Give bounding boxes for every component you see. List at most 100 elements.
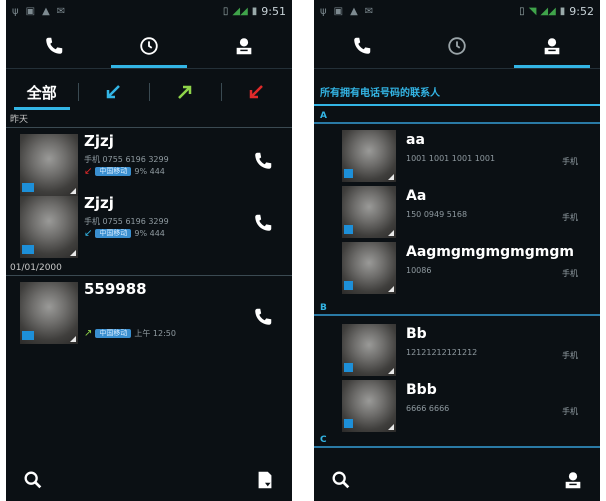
call-button[interactable] xyxy=(252,306,274,328)
usb-icon: ψ xyxy=(12,5,20,17)
avatar[interactable] xyxy=(20,196,78,258)
call-row[interactable]: Zjzj 手机 0755 6196 3299 ↙ 中国移动 9% 444 xyxy=(6,192,292,262)
contact-name: aa xyxy=(406,132,425,148)
contact-name: Bb xyxy=(406,326,427,342)
missed-call-icon: ↙ xyxy=(84,166,93,177)
call-filter-bar: 全部 xyxy=(6,74,292,110)
search-icon xyxy=(332,471,350,489)
contact-row[interactable]: Bb 12121212121212 手机 xyxy=(314,322,600,378)
contact-phone-type: 手机 xyxy=(562,351,578,360)
section-header-yesterday: 昨天 xyxy=(6,114,292,128)
tab-call-log[interactable] xyxy=(101,22,196,70)
status-bar: ψ ▣ ▲ ✉ ▯ ◥ ◢◢ ▮ 9:52 xyxy=(314,0,600,22)
contact-number: 10086 xyxy=(406,266,432,275)
sim-badge: 中国移动 xyxy=(95,167,132,176)
avatar[interactable] xyxy=(342,324,396,376)
tab-call-log[interactable] xyxy=(409,22,504,70)
contact-name: Bbb xyxy=(406,382,437,398)
contact-name: Aagmgmgmgmgmgm xyxy=(406,244,574,260)
contact-icon xyxy=(544,38,560,55)
notification-icons: ψ ▣ ▲ ✉ xyxy=(12,6,66,17)
contact-row[interactable]: Bbb 6666 6666 手机 xyxy=(314,378,600,434)
filter-incoming[interactable] xyxy=(77,74,150,110)
caller-name: Zjzj xyxy=(84,132,114,150)
outgoing-arrow-icon xyxy=(177,85,191,99)
usb-icon: ψ xyxy=(320,5,328,17)
contact-number: 150 0949 5168 xyxy=(406,210,468,219)
header-underline xyxy=(314,104,600,106)
filter-outgoing[interactable] xyxy=(149,74,221,110)
contact-number: 12121212121212 xyxy=(406,348,478,357)
tab-dialer[interactable] xyxy=(6,22,101,70)
contact-row[interactable]: Aa 150 0949 5168 手机 xyxy=(314,184,600,240)
contacts-screen: ψ ▣ ▲ ✉ ▯ ◥ ◢◢ ▮ 9:52 所有拥有电话号码的联系人 A aa … xyxy=(314,0,600,501)
mail-icon: ✉ xyxy=(364,5,375,17)
contact-phone-type: 手机 xyxy=(562,157,578,166)
tab-contacts[interactable] xyxy=(197,22,292,70)
call-row[interactable]: 559988 ↗ 中国移动 上午 12:50 xyxy=(6,278,292,348)
call-button[interactable] xyxy=(252,212,274,234)
phone-icon xyxy=(255,214,272,231)
battery-icon: ▮ xyxy=(251,5,258,17)
add-contact-button[interactable] xyxy=(562,469,584,495)
call-meta: ↙ 中国移动 9% 444 xyxy=(84,166,165,177)
wifi-icon: ◥ xyxy=(528,5,537,17)
vibrate-icon: ▯ xyxy=(519,5,525,17)
filter-missed[interactable] xyxy=(220,74,293,110)
call-row[interactable]: Zjzj 手机 0755 6196 3299 ↙ 中国移动 9% 444 xyxy=(6,130,292,200)
tab-divider xyxy=(6,68,292,69)
phone-icon xyxy=(255,308,272,325)
clock-icon xyxy=(448,37,466,55)
clock-icon xyxy=(140,37,158,55)
outgoing-call-icon: ↗ xyxy=(84,328,93,339)
menu-button[interactable] xyxy=(254,469,276,495)
avatar[interactable] xyxy=(342,242,396,294)
phone-icon xyxy=(255,152,272,169)
avatar[interactable] xyxy=(20,134,78,196)
main-tabs xyxy=(314,22,600,70)
search-button[interactable] xyxy=(22,469,44,495)
sim-badge: 中国移动 xyxy=(95,229,132,238)
call-log-screen: ψ ▣ ▲ ✉ ▯ ◢◢ ▮ 9:51 全部 昨天 Zjzj 手机 0755 6… xyxy=(6,0,292,501)
contact-number: 6666 6666 xyxy=(406,404,450,413)
phone-icon xyxy=(45,37,62,54)
avatar[interactable] xyxy=(342,186,396,238)
contacts-filter-header: 所有拥有电话号码的联系人 xyxy=(320,88,440,99)
image-icon: ▣ xyxy=(333,5,345,17)
caller-number: 手机 0755 6196 3299 xyxy=(84,155,169,164)
avatar[interactable] xyxy=(342,380,396,432)
search-icon xyxy=(24,471,42,489)
caller-name: Zjzj xyxy=(84,194,114,212)
call-meta: ↙ 中国移动 9% 444 xyxy=(84,228,165,239)
avatar[interactable] xyxy=(342,130,396,182)
call-button[interactable] xyxy=(252,150,274,172)
search-button[interactable] xyxy=(330,469,352,495)
main-tabs xyxy=(6,22,292,70)
tab-dialer[interactable] xyxy=(314,22,409,70)
tab-divider xyxy=(314,68,600,69)
bottom-action-bar xyxy=(314,463,600,501)
missed-arrow-icon xyxy=(250,85,264,99)
tab-contacts[interactable] xyxy=(505,22,600,70)
status-time: 9:52 xyxy=(569,4,594,18)
warning-icon: ▲ xyxy=(350,5,359,17)
filter-all[interactable]: 全部 xyxy=(6,74,78,110)
contact-icon xyxy=(236,38,252,55)
contact-row[interactable]: Aagmgmgmgmgmgm 10086 手机 xyxy=(314,240,600,296)
contact-row[interactable]: aa 1001 1001 1001 1001 手机 xyxy=(314,128,600,184)
caller-number: 手机 0755 6196 3299 xyxy=(84,217,169,226)
status-indicators: ▯ ◥ ◢◢ ▮ 9:52 xyxy=(519,5,594,18)
contact-number: 1001 1001 1001 1001 xyxy=(406,154,496,163)
image-icon: ▣ xyxy=(25,5,37,17)
mail-icon: ✉ xyxy=(56,5,67,17)
status-time: 9:51 xyxy=(261,4,286,18)
signal-icon: ◢◢ xyxy=(232,5,248,17)
status-indicators: ▯ ◢◢ ▮ 9:51 xyxy=(223,5,286,18)
battery-icon: ▮ xyxy=(559,5,566,17)
bottom-action-bar xyxy=(6,463,292,501)
document-menu-icon xyxy=(258,471,272,489)
contact-phone-type: 手机 xyxy=(562,213,578,222)
filter-all-label: 全部 xyxy=(26,83,57,102)
avatar[interactable] xyxy=(20,282,78,344)
call-time: 上午 12:50 xyxy=(134,329,176,338)
